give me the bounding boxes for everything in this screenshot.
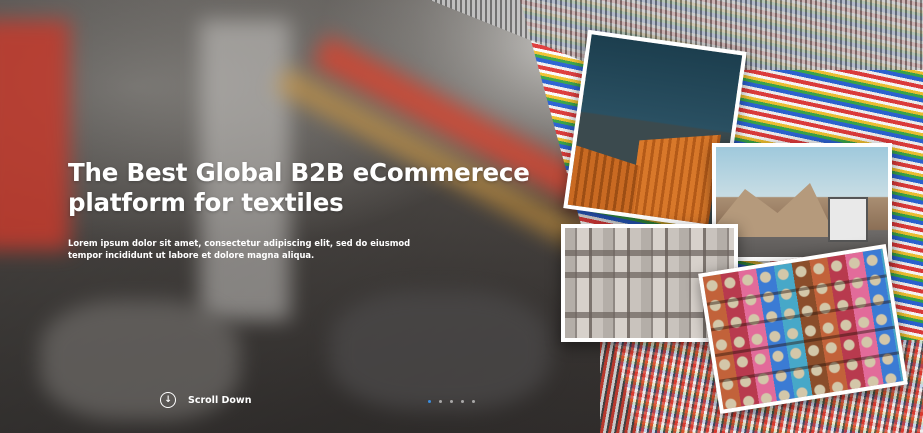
truck-shape — [828, 197, 868, 242]
slide-dot-5[interactable] — [472, 400, 475, 403]
arrow-down-circle-icon: ↓ — [160, 392, 176, 408]
spool-row — [714, 325, 896, 358]
hero-title: The Best Global B2B eCommerece platform … — [68, 158, 530, 217]
scroll-down-label: Scroll Down — [188, 394, 252, 406]
spool-row — [706, 274, 887, 306]
slide-dot-2[interactable] — [439, 400, 442, 403]
container-shape — [626, 134, 721, 230]
background-blur — [330, 290, 550, 410]
truck-on-road-photo — [712, 143, 892, 261]
slide-dot-3[interactable] — [450, 400, 453, 403]
scroll-down-button[interactable]: ↓ Scroll Down — [160, 392, 251, 408]
thread-spools-photo — [698, 244, 908, 414]
background-blur — [0, 20, 70, 250]
hero-description: Lorem ipsum dolor sit amet, consectetur … — [68, 238, 411, 260]
hero-banner: The Best Global B2B eCommerece platform … — [0, 0, 923, 433]
slide-dot-1[interactable] — [428, 400, 431, 403]
slide-dot-4[interactable] — [461, 400, 464, 403]
slider-pagination — [428, 400, 475, 403]
spool-row — [710, 299, 892, 332]
machine-bar — [565, 250, 734, 256]
spool-row — [718, 351, 900, 383]
